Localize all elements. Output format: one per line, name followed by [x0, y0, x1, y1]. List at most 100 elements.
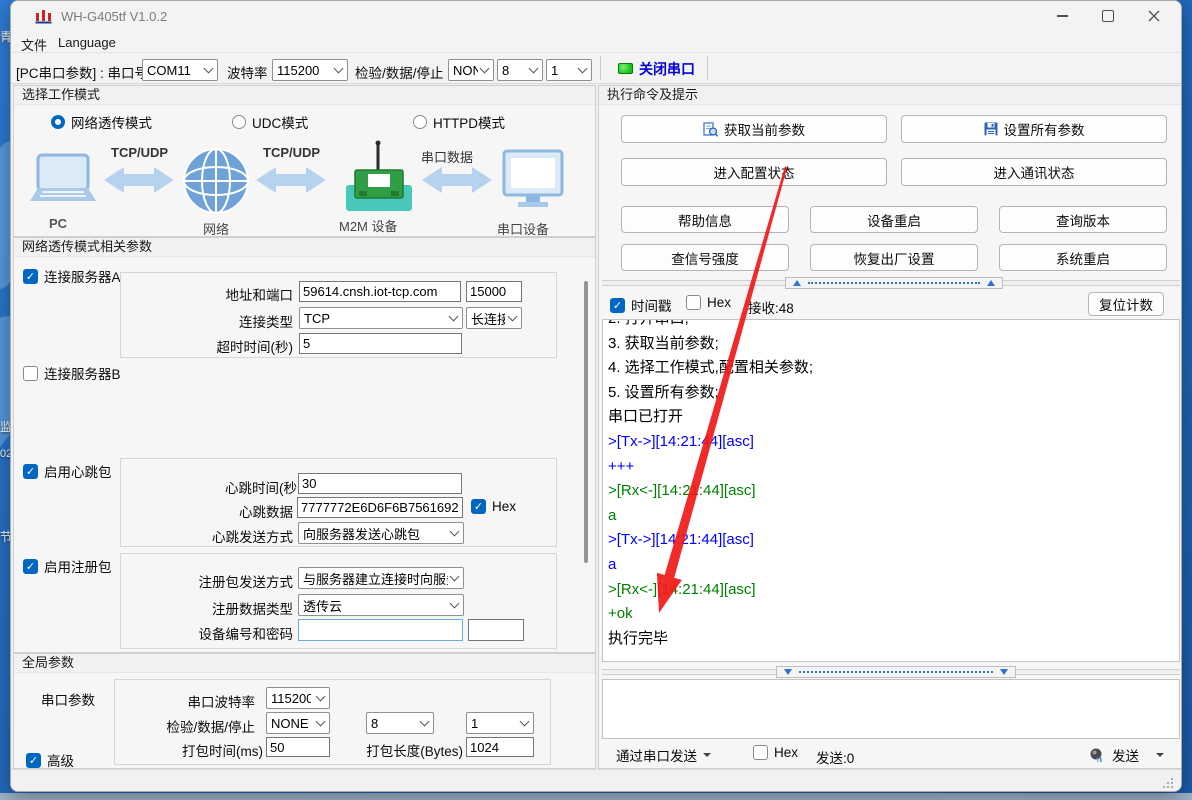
register-mode-select[interactable]: 与服务器建立连接时向服务: [298, 567, 464, 589]
global-baud-label: 串口波特率: [131, 691, 255, 711]
server-a-checkbox[interactable]: 连接服务器A: [23, 266, 121, 286]
device-pwd-input[interactable]: [468, 619, 524, 641]
send-button[interactable]: 发送: [1089, 745, 1164, 765]
register-type-label: 注册数据类型: [123, 598, 293, 618]
parity-value: NONI: [453, 63, 478, 78]
get-params-button[interactable]: 获取当前参数: [621, 115, 887, 143]
heartbeat-time-input[interactable]: [298, 473, 462, 494]
baud-select[interactable]: 115200: [272, 59, 348, 81]
factory-reset-label: 恢复出厂设置: [854, 248, 935, 268]
timeout-input[interactable]: [299, 333, 462, 354]
send-hex-checkbox[interactable]: Hex: [753, 745, 798, 760]
device-id-input[interactable]: [298, 619, 463, 641]
keepalive-select[interactable]: 长连接: [466, 307, 522, 329]
log-output[interactable]: 2. 打开串口; 3. 获取当前参数; 4. 选择工作模式,配置相关参数; 5.…: [602, 319, 1180, 662]
log-line: >[Rx<-][14:21:44][asc]: [603, 479, 1179, 504]
baud-value: 115200: [277, 63, 332, 78]
databits-value: 8: [502, 63, 527, 78]
mode-radio-httpd[interactable]: HTTPD模式: [413, 112, 505, 132]
double-arrow-icon: [256, 167, 326, 193]
stopbits-select[interactable]: 1: [546, 59, 592, 81]
server-a-port-input[interactable]: [466, 281, 522, 302]
register-mode-value: 与服务器建立连接时向服务: [303, 569, 448, 588]
heartbeat-checkbox[interactable]: 启用心跳包: [23, 461, 112, 481]
log-splitter[interactable]: [785, 277, 1003, 289]
databits-select[interactable]: 8: [497, 59, 543, 81]
help-button[interactable]: 帮助信息: [621, 206, 789, 233]
log-hex-checkbox[interactable]: Hex: [686, 295, 731, 310]
heartbeat-mode-select[interactable]: 向服务器发送心跳包: [298, 522, 464, 544]
left-scrollbar-thumb[interactable]: [584, 281, 588, 563]
send-input-area[interactable]: [602, 679, 1180, 739]
parity-data-stop-label: 检验/数据/停止: [355, 62, 444, 82]
menu-file[interactable]: 文件: [17, 34, 51, 55]
pack-len-input[interactable]: [466, 737, 534, 757]
chevron-down-icon: [450, 599, 460, 609]
splitter-up-icon: [793, 280, 801, 286]
node-label-net: 网络: [203, 219, 229, 238]
checkbox-checked-icon: [26, 753, 41, 768]
heartbeat-data-input[interactable]: [297, 497, 463, 518]
timestamp-checkbox[interactable]: 时间戳: [610, 295, 672, 315]
close-button[interactable]: [1131, 1, 1177, 31]
server-b-checkbox[interactable]: 连接服务器B: [23, 363, 121, 383]
server-a-address-input[interactable]: [299, 281, 461, 302]
log-line: 执行完毕: [603, 627, 1179, 652]
checkbox-icon: [753, 745, 768, 760]
resize-grip[interactable]: [1171, 778, 1173, 780]
global-parity-select[interactable]: NONE: [266, 712, 330, 734]
chevron-down-icon: [449, 312, 459, 322]
doc-magnifier-icon: [703, 122, 718, 137]
global-databits-select[interactable]: 8: [366, 712, 434, 734]
minimize-button[interactable]: [1039, 1, 1085, 31]
node-label-serialdev: 串口设备: [497, 219, 549, 238]
conn-type-select[interactable]: TCP: [299, 307, 463, 329]
mode-label: HTTPD模式: [433, 112, 505, 132]
timeout-label: 超时时间(秒): [123, 336, 293, 356]
register-type-value: 透传云: [303, 596, 448, 615]
menu-language[interactable]: Language: [54, 34, 120, 51]
chevron-down-icon: [508, 312, 518, 322]
laptop-icon: [30, 155, 96, 201]
work-mode-header: 选择工作模式: [14, 86, 595, 105]
device-restart-button[interactable]: 设备重启: [810, 206, 978, 233]
stopbits-value: 1: [551, 63, 576, 78]
reset-count-label: 复位计数: [1099, 294, 1153, 314]
maximize-button[interactable]: [1085, 1, 1131, 31]
com-port-select[interactable]: COM11: [142, 59, 218, 81]
minimize-icon: [1057, 15, 1068, 17]
system-restart-button[interactable]: 系统重启: [999, 244, 1167, 271]
global-baud-select[interactable]: 115200: [266, 687, 330, 709]
set-params-button[interactable]: 设置所有参数: [901, 115, 1167, 143]
chevron-down-icon: [420, 717, 430, 727]
chevron-down-icon: [520, 717, 530, 727]
status-bar: [11, 769, 1181, 792]
enter-comm-button[interactable]: 进入通讯状态: [901, 158, 1167, 186]
enter-config-button[interactable]: 进入配置状态: [621, 158, 887, 186]
pack-time-label: 打包时间(ms): [171, 740, 263, 760]
register-checkbox[interactable]: 启用注册包: [23, 556, 112, 576]
mode-radio-udc[interactable]: UDC模式: [232, 112, 308, 132]
pack-time-input[interactable]: [266, 737, 330, 757]
signal-strength-button[interactable]: 查信号强度: [621, 244, 789, 271]
register-type-select[interactable]: 透传云: [298, 594, 464, 616]
node-label-pc: PC: [49, 216, 67, 231]
signal-strength-label: 查信号强度: [671, 248, 739, 268]
global-params-header: 全局参数: [14, 654, 595, 673]
timestamp-label: 时间戳: [631, 295, 672, 315]
advanced-checkbox[interactable]: 高级: [26, 750, 74, 770]
heartbeat-hex-checkbox[interactable]: Hex: [471, 499, 516, 514]
log-line: 2. 打开串口;: [603, 319, 1179, 332]
mode-radio-transparent[interactable]: 网络透传模式: [51, 112, 152, 132]
query-version-button[interactable]: 查询版本: [999, 206, 1167, 233]
global-pds-label: 检验/数据/停止: [131, 716, 255, 736]
radio-icon: [413, 115, 427, 129]
send-via-serial-dropdown[interactable]: 通过串口发送: [616, 745, 711, 765]
log-line: 5. 设置所有参数;: [603, 381, 1179, 406]
reset-count-button[interactable]: 复位计数: [1088, 292, 1164, 316]
send-splitter[interactable]: [776, 666, 1016, 678]
parity-select[interactable]: NONI: [448, 59, 494, 81]
factory-reset-button[interactable]: 恢复出厂设置: [810, 244, 978, 271]
global-stopbits-select[interactable]: 1: [466, 712, 534, 734]
monitor-icon: [504, 151, 562, 207]
